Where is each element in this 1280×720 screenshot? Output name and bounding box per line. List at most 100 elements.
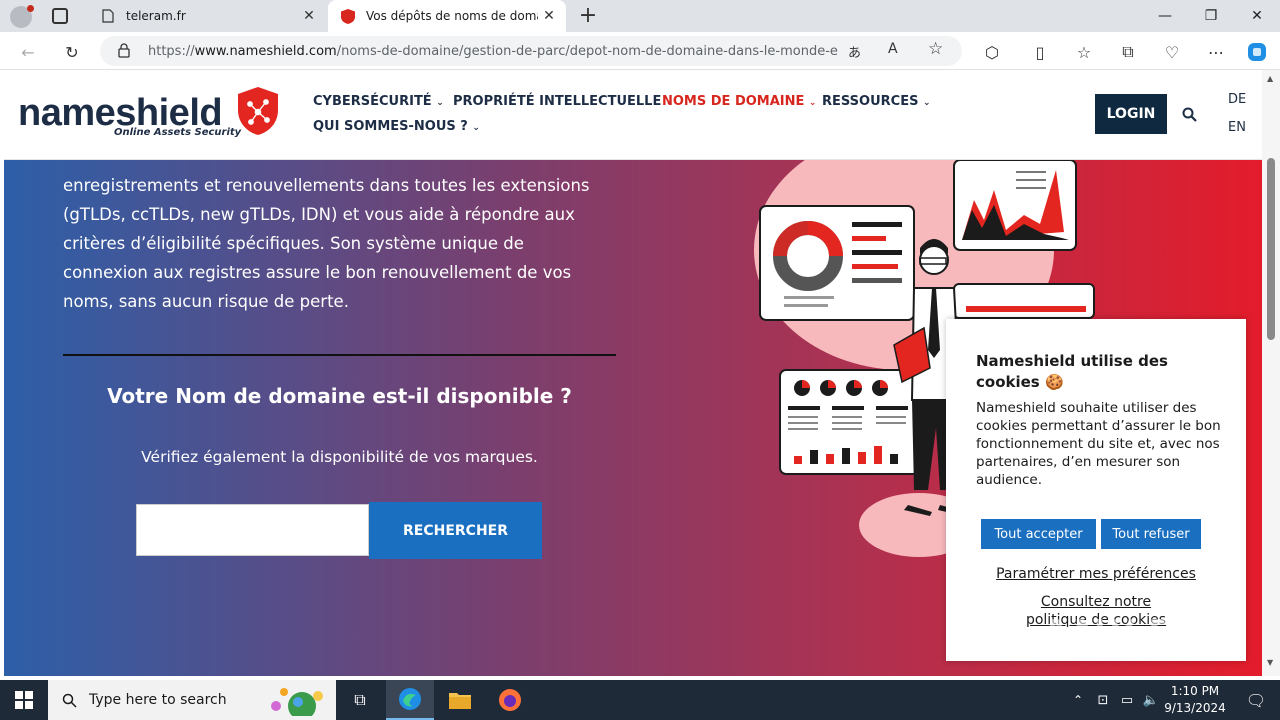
logo-tagline: Online Assets Security: [114, 127, 242, 138]
lang-en-link[interactable]: EN: [1228, 120, 1246, 135]
page-icon: [100, 8, 116, 24]
clock-time: 1:10 PM: [1170, 684, 1220, 698]
edge-taskbar-icon[interactable]: [386, 680, 434, 720]
refuse-all-button[interactable]: Tout refuser: [1101, 519, 1201, 549]
favorite-star-icon[interactable]: ☆: [928, 39, 943, 59]
logo-shield-icon: [238, 87, 278, 135]
profile-notification-dot: [27, 5, 34, 12]
copilot-icon[interactable]: [1245, 40, 1269, 64]
availability-subtitle: Vérifiez également la disponibilité de v…: [141, 448, 538, 466]
chevron-down-icon: ⌄: [436, 98, 444, 108]
notifications-icon[interactable]: 🗨: [1232, 680, 1280, 720]
windows-taskbar: Type here to search ⧉ ⌃ ⊡ ▭ 🔈 1:10 PM 9/…: [0, 680, 1280, 720]
system-clock[interactable]: 1:10 PM 9/13/2024: [1160, 683, 1230, 717]
login-button[interactable]: LOGIN: [1095, 94, 1167, 134]
taskbar-search-placeholder: Type here to search: [89, 692, 227, 708]
page-scrollbar[interactable]: ▲ ▼: [1262, 70, 1280, 676]
cookie-settings-link[interactable]: Paramétrer mes préférences: [946, 565, 1246, 583]
menu-label: PROPRIÉTÉ INTELLECTUELLE: [453, 94, 662, 109]
network-icon[interactable]: ▭: [1116, 680, 1138, 720]
menu-label: NOMS DE DOMAINE: [662, 94, 805, 109]
restore-icon[interactable]: ❐: [1188, 0, 1234, 32]
lock-icon[interactable]: [118, 43, 130, 58]
hero-paragraph: enregistrements et renouvellements dans …: [63, 160, 623, 316]
site-header: nameshield Online Assets Security CYBERS…: [4, 70, 1262, 160]
hero-line: (gTLDs, ccTLDs, new gTLDs, IDN) et vous …: [63, 205, 575, 224]
search-icon[interactable]: [1182, 107, 1197, 122]
cookie-title: Nameshield utilise des cookies 🍪: [976, 352, 1168, 391]
chevron-down-icon: ⌄: [472, 123, 480, 133]
tab-nameshield[interactable]: Vos dépôts de noms de domaine ✕: [328, 0, 566, 32]
menu-label: RESSOURCES: [822, 94, 919, 109]
collections-icon[interactable]: ⧉: [1116, 40, 1140, 64]
settings-more-icon[interactable]: ⋯: [1204, 40, 1228, 64]
browser-tab-strip: teleram.fr ✕ Vos dépôts de noms de domai…: [0, 0, 1280, 32]
address-bar[interactable]: https://www.nameshield.com/noms-de-domai…: [100, 36, 962, 66]
availability-heading: Votre Nom de domaine est-il disponible ?: [107, 384, 572, 408]
bar-table-card: [953, 283, 1095, 319]
window-close-icon[interactable]: ✕: [1234, 0, 1280, 32]
menu-cybersecurite[interactable]: CYBERSÉCURITÉ ⌄: [313, 94, 444, 109]
search-highlight-icon: [262, 684, 328, 720]
menu-propriete-intellectuelle[interactable]: PROPRIÉTÉ INTELLECTUELLE ⌄: [453, 94, 673, 109]
immersive-reader-icon[interactable]: A: [888, 41, 898, 57]
url-scheme: https://: [148, 43, 195, 59]
scroll-down-icon[interactable]: ▼: [1267, 658, 1273, 667]
line-chart-card: [953, 160, 1077, 251]
hero-line: connexion aux registres assure le bon re…: [63, 263, 572, 282]
menu-label: CYBERSÉCURITÉ: [313, 94, 432, 109]
chevron-down-icon: ⌄: [808, 98, 817, 108]
tab-teleram[interactable]: teleram.fr ✕: [88, 0, 326, 32]
new-tab-button[interactable]: +: [576, 2, 600, 30]
split-screen-icon[interactable]: ▯: [1028, 40, 1052, 64]
task-view-icon[interactable]: ⧉: [336, 680, 384, 720]
chevron-down-icon: ⌄: [922, 98, 931, 108]
minimize-icon[interactable]: —: [1142, 0, 1188, 32]
extensions-icon[interactable]: ⬡: [980, 40, 1004, 64]
hero-line-cut: [63, 160, 623, 171]
firefox-icon[interactable]: [486, 680, 534, 720]
browser-toolbar: ← ↻ https://www.nameshield.com/noms-de-d…: [0, 32, 1280, 70]
menu-noms-de-domaine[interactable]: NOMS DE DOMAINE ⌄: [662, 94, 816, 109]
taskbar-search-box[interactable]: Type here to search: [48, 680, 336, 720]
url-path: /noms-de-domaine/gestion-de-parc/depot-n…: [336, 43, 838, 59]
volume-icon[interactable]: 🔈: [1140, 680, 1162, 720]
device-icon[interactable]: ⊡: [1092, 680, 1114, 720]
menu-ressources[interactable]: RESSOURCES ⌄: [822, 94, 931, 109]
hero-line: enregistrements et renouvellements dans …: [63, 176, 590, 195]
lang-de-link[interactable]: DE: [1228, 92, 1246, 107]
accept-all-button[interactable]: Tout accepter: [981, 519, 1096, 549]
show-hidden-icons-icon[interactable]: ⌃: [1066, 680, 1090, 720]
rechercher-button[interactable]: RECHERCHER: [369, 502, 542, 559]
read-aloud-icon[interactable]: あ: [848, 42, 861, 61]
search-icon: [62, 693, 77, 708]
close-tab-icon[interactable]: ✕: [538, 5, 560, 27]
pie-row-card: [779, 369, 921, 475]
anyrun-watermark: ANY.RUN: [1040, 610, 1250, 659]
scroll-up-icon[interactable]: ▲: [1267, 74, 1273, 83]
refresh-icon[interactable]: ↻: [60, 40, 84, 64]
hero-line: critères d’éligibilité spécifiques. Son …: [63, 234, 524, 253]
logo-text-name: name: [18, 92, 116, 134]
scrollbar-thumb[interactable]: [1267, 158, 1275, 340]
close-tab-icon[interactable]: ✕: [298, 5, 320, 27]
windows-start-icon[interactable]: [0, 680, 48, 720]
domain-search-input[interactable]: [136, 504, 369, 556]
file-explorer-icon[interactable]: [436, 680, 484, 720]
favorites-icon[interactable]: ☆: [1072, 40, 1096, 64]
back-icon[interactable]: ←: [16, 40, 40, 64]
url-text: https://www.nameshield.com/noms-de-domai…: [148, 44, 838, 59]
hero-line: noms, sans aucun risque de perte.: [63, 292, 349, 311]
menu-label: QUI SOMMES-NOUS ?: [313, 119, 468, 134]
cookie-description: Nameshield souhaite utiliser des cookies…: [976, 400, 1221, 488]
divider: [63, 354, 616, 356]
donut-chart-card: [759, 205, 915, 321]
url-domain: www.nameshield.com: [194, 43, 337, 59]
nameshield-favicon-icon: [340, 8, 356, 24]
tab-title: teleram.fr: [126, 9, 186, 23]
tab-actions-icon[interactable]: [52, 8, 68, 24]
clock-date: 9/13/2024: [1164, 701, 1226, 715]
menu-qui-sommes-nous[interactable]: QUI SOMMES-NOUS ? ⌄: [313, 119, 480, 134]
tab-title: Vos dépôts de noms de domaine: [366, 9, 538, 23]
browser-essentials-icon[interactable]: ♡: [1160, 40, 1184, 64]
